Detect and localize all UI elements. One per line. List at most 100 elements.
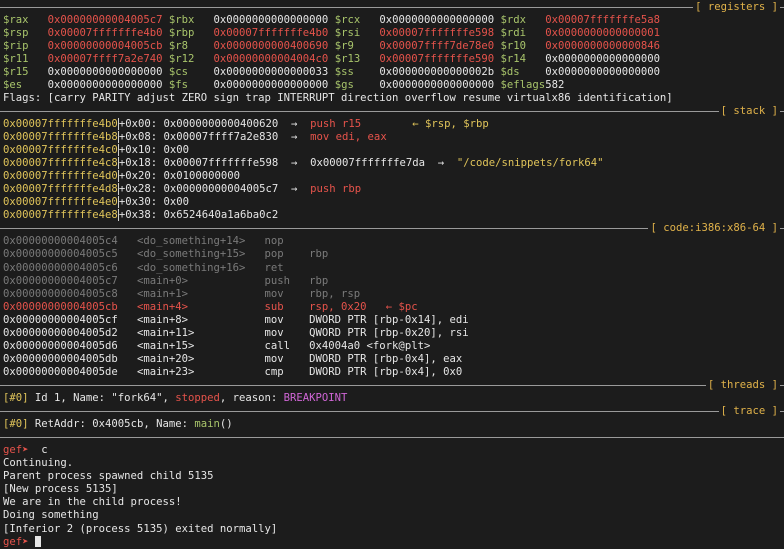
register-value[interactable]: 0x0000000000400690: [214, 40, 335, 52]
stack-address[interactable]: 0x00007fffffffe4b8: [3, 131, 118, 143]
console-output-line: Parent process spawned child 5135: [3, 470, 213, 483]
flags-text: Flags: [carry PARITY adjust ZERO sign tr…: [3, 91, 673, 104]
register-name: $eflags: [500, 78, 546, 91]
code-row: 0x00000000004005c8 <main+1> mov rbp, rsp: [3, 288, 360, 301]
thread-index: [#0]: [3, 392, 29, 404]
register-row: $rsp 0x00007fffffffe4b0 $rbp 0x00007ffff…: [3, 27, 660, 40]
stack-row: 0x00007fffffffe4d8+0x28: 0x0000000000400…: [3, 183, 361, 196]
code-address[interactable]: 0x00000000004005db: [3, 353, 137, 365]
register-value[interactable]: 0x00000000004005cb: [48, 40, 169, 52]
register-value[interactable]: 0x0000000000000000: [214, 79, 335, 91]
code-address[interactable]: 0x00000000004005cf: [3, 314, 137, 326]
text-cursor[interactable]: [34, 535, 41, 547]
stack-row: 0x00007fffffffe4b8+0x08: 0x00007ffff7a2e…: [3, 131, 387, 144]
register-name: $r11: [3, 52, 48, 65]
code-instruction: pop rbp: [264, 248, 329, 261]
register-value[interactable]: 0x0000000000000000: [379, 79, 500, 91]
stack-address[interactable]: 0x00007fffffffe4e8: [3, 209, 118, 221]
code-address[interactable]: 0x00000000004005c4: [3, 235, 137, 247]
register-name: $ss: [334, 65, 380, 78]
code-instruction: ret: [264, 261, 284, 274]
stack-row: 0x00007fffffffe4d0+0x20: 0x0100000000: [3, 170, 240, 183]
register-name: $r10: [500, 39, 546, 52]
code-row: 0x00000000004005c5 <do_something+15> pop…: [3, 248, 328, 261]
thread-row: [#0] Id 1, Name: "fork64", stopped, reas…: [3, 392, 347, 405]
register-name: $rcx: [334, 13, 380, 26]
code-row: 0x00000000004005cf <main+8> mov DWORD PT…: [3, 314, 469, 327]
register-value[interactable]: 0x0000000000000000: [48, 66, 169, 78]
stack-address[interactable]: 0x00007fffffffe4c0: [3, 144, 118, 156]
code-address[interactable]: 0x00000000004005c6: [3, 262, 137, 274]
code-address[interactable]: 0x00000000004005c5: [3, 248, 137, 260]
register-value[interactable]: 0x0000000000000000: [214, 14, 335, 26]
register-value[interactable]: 0x0000000000000000: [379, 14, 500, 26]
register-value[interactable]: 0x0000000000000000: [545, 53, 660, 65]
register-value[interactable]: 582: [545, 79, 564, 91]
register-name: $rax: [3, 13, 48, 26]
section-separator-threads: [ threads ]: [0, 378, 784, 392]
stack-address[interactable]: 0x00007fffffffe4c8: [3, 157, 118, 169]
stack-address[interactable]: 0x00007fffffffe4e0: [3, 196, 118, 208]
register-value[interactable]: 0x00000000004005c7: [48, 14, 169, 26]
code-row: 0x00000000004005d2 <main+11> mov QWORD P…: [3, 327, 469, 340]
stack-annotation: → 0x00007fffffffe7da →: [278, 157, 457, 170]
code-address[interactable]: 0x00000000004005de: [3, 366, 137, 378]
console-command[interactable]: c: [29, 444, 47, 456]
code-symbol: <main+8>: [136, 313, 265, 326]
separator-rule: [0, 384, 784, 386]
code-symbol: <do_something+15>: [136, 248, 265, 261]
register-value[interactable]: 0x0000000000000000: [545, 66, 660, 78]
register-value[interactable]: 0x000000000000002b: [379, 66, 500, 78]
register-value[interactable]: 0x00007ffff7de78e0: [379, 40, 500, 52]
register-value[interactable]: 0x0000000000000001: [545, 27, 660, 39]
separator-rule: [0, 411, 784, 413]
register-value[interactable]: 0x00007ffff7a2e740: [48, 53, 169, 65]
stack-offset-value: +0x00: 0x0000000000400620: [117, 117, 279, 130]
stack-address[interactable]: 0x00007fffffffe4d0: [3, 170, 118, 182]
register-name: $rsi: [334, 26, 380, 39]
register-value[interactable]: 0x00007fffffffe5a8: [545, 14, 660, 26]
register-value[interactable]: 0x0000000000000846: [545, 40, 660, 52]
register-value[interactable]: 0x00000000004004c0: [214, 53, 335, 65]
code-instruction: push rbp: [264, 274, 329, 287]
stack-address[interactable]: 0x00007fffffffe4d8: [3, 183, 118, 195]
section-separator-trace: [ trace ]: [0, 405, 784, 419]
code-row: 0x00000000004005d6 <main+15> call 0x4004…: [3, 340, 430, 353]
stack-address[interactable]: 0x00007fffffffe4b0: [3, 118, 118, 130]
code-instruction: mov QWORD PTR [rbp-0x20], rsi: [264, 326, 469, 339]
code-symbol: <do_something+16>: [136, 261, 265, 274]
stack-offset-value: +0x18: 0x00007fffffffe598: [117, 157, 279, 170]
section-title-trace: [ trace ]: [718, 405, 780, 419]
code-row: 0x00000000004005c6 <do_something+16> ret: [3, 262, 284, 275]
register-name: $rdi: [500, 26, 546, 39]
code-row: 0x00000000004005de <main+23> cmp DWORD P…: [3, 366, 462, 379]
code-instruction: sub rsp, 0x20: [264, 300, 367, 313]
stack-annotation: →: [278, 183, 311, 196]
separator-rule: [0, 437, 784, 439]
console-output-line: [Inferior 2 (process 5135) exited normal…: [3, 523, 277, 536]
code-address[interactable]: 0x00000000004005d6: [3, 340, 137, 352]
register-name: $r8: [168, 39, 214, 52]
code-address[interactable]: 0x00000000004005c8: [3, 288, 137, 300]
register-value[interactable]: 0x00007fffffffe590: [379, 53, 500, 65]
pc-marker: ← $pc: [366, 300, 418, 313]
register-value[interactable]: 0x00007fffffffe4b0: [214, 27, 335, 39]
code-instruction: mov rbp, rsp: [264, 287, 361, 300]
separator-rule: [0, 6, 784, 8]
gef-terminal[interactable]: [ registers ] $rax 0x00000000004005c7 $rb…: [0, 0, 784, 548]
register-value[interactable]: 0x0000000000000000: [48, 79, 169, 91]
flags-line: Flags: [carry PARITY adjust ZERO sign tr…: [3, 92, 673, 105]
register-value[interactable]: 0x0000000000000033: [214, 66, 335, 78]
register-name: $rdx: [500, 13, 546, 26]
code-address[interactable]: 0x00000000004005d2: [3, 327, 137, 339]
code-address[interactable]: 0x00000000004005cb: [3, 301, 137, 313]
register-name: $r14: [500, 52, 546, 65]
register-value[interactable]: 0x00007fffffffe4b0: [48, 27, 169, 39]
register-value[interactable]: 0x00007fffffffe598: [379, 27, 500, 39]
code-address[interactable]: 0x00000000004005c7: [3, 275, 137, 287]
console-output-text: We are in the child process!: [3, 496, 182, 509]
register-name: $rbx: [168, 13, 214, 26]
stack-annotation: ← $rsp, $rbp: [361, 117, 489, 130]
stack-annotation: push r15: [310, 117, 362, 130]
code-instruction: nop: [264, 235, 284, 248]
